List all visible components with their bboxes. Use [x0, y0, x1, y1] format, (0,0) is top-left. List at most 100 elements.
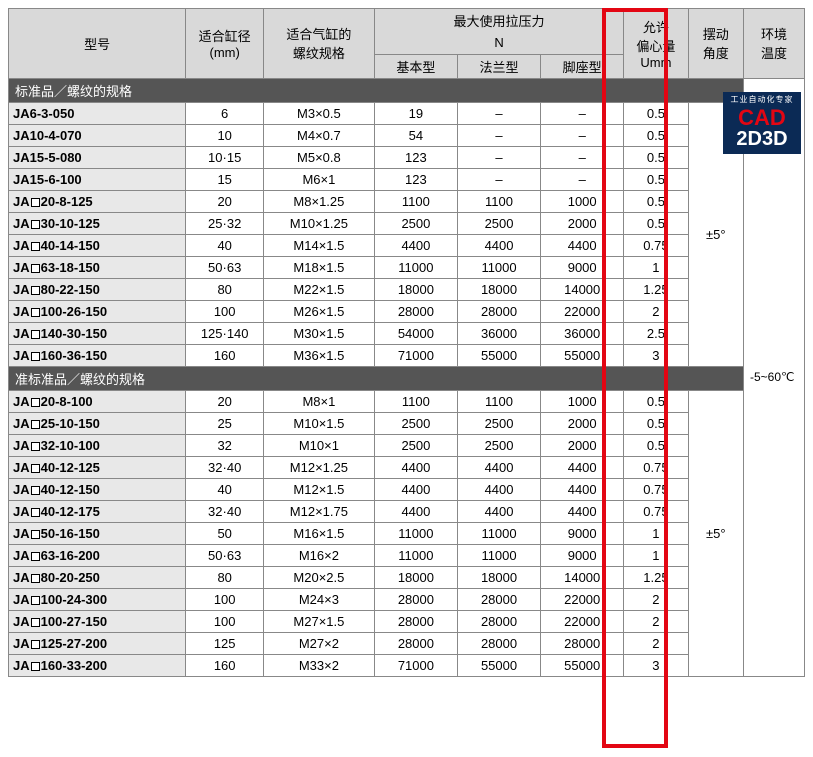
table-row: JA32-10-10032M10×12500250020000.5 — [9, 434, 805, 456]
flange-cell: 55000 — [457, 654, 540, 676]
logo-subtitle: 工业自动化专家 — [725, 95, 799, 105]
basic-cell: 123 — [374, 146, 457, 168]
model-box-icon — [31, 352, 40, 361]
basic-cell: 2500 — [374, 412, 457, 434]
bore-cell: 160 — [186, 344, 264, 366]
model-box-icon — [31, 308, 40, 317]
table-row: JA63-16-20050·63M16×2110001100090001 — [9, 544, 805, 566]
model-cell: JA32-10-100 — [9, 434, 186, 456]
header-maxpress: 最大使用拉压力 — [374, 9, 623, 33]
table-row: JA100-26-150100M26×1.52800028000220002 — [9, 300, 805, 322]
thread-cell: M12×1.25 — [263, 456, 374, 478]
ecc-cell: 0.75 — [624, 500, 688, 522]
flange-cell: 11000 — [457, 256, 540, 278]
header-basic: 基本型 — [374, 54, 457, 78]
thread-cell: M26×1.5 — [263, 300, 374, 322]
foot-cell: – — [541, 146, 624, 168]
foot-cell: 4400 — [541, 500, 624, 522]
basic-cell: 11000 — [374, 256, 457, 278]
ecc-cell: 2 — [624, 610, 688, 632]
foot-cell: 4400 — [541, 478, 624, 500]
basic-cell: 28000 — [374, 588, 457, 610]
model-box-icon — [31, 198, 40, 207]
table-row: JA100-24-300100M24×32800028000220002 — [9, 588, 805, 610]
model-cell: JA140-30-150 — [9, 322, 186, 344]
flange-cell: 2500 — [457, 434, 540, 456]
ecc-cell: 0.75 — [624, 478, 688, 500]
table-row: JA80-20-25080M20×2.51800018000140001.25 — [9, 566, 805, 588]
ecc-cell: 0.5 — [624, 390, 688, 412]
model-cell: JA63-16-200 — [9, 544, 186, 566]
basic-cell: 71000 — [374, 654, 457, 676]
flange-cell: 28000 — [457, 588, 540, 610]
basic-cell: 54000 — [374, 322, 457, 344]
flange-cell: 28000 — [457, 632, 540, 654]
table-row: JA10-4-07010M4×0.754––0.5 — [9, 124, 805, 146]
bore-cell: 32·40 — [186, 500, 264, 522]
ecc-cell: 0.75 — [624, 234, 688, 256]
basic-cell: 1100 — [374, 190, 457, 212]
flange-cell: 1100 — [457, 390, 540, 412]
table-row: JA40-12-17532·40M12×1.754400440044000.75 — [9, 500, 805, 522]
basic-cell: 2500 — [374, 212, 457, 234]
bore-cell: 50 — [186, 522, 264, 544]
thread-cell: M16×1.5 — [263, 522, 374, 544]
ecc-cell: 0.5 — [624, 212, 688, 234]
foot-cell: 22000 — [541, 300, 624, 322]
model-box-icon — [31, 574, 40, 583]
bore-cell: 25·32 — [186, 212, 264, 234]
model-cell: JA63-18-150 — [9, 256, 186, 278]
foot-cell: 55000 — [541, 344, 624, 366]
model-cell: JA25-10-150 — [9, 412, 186, 434]
ecc-cell: 1 — [624, 544, 688, 566]
flange-cell: 18000 — [457, 566, 540, 588]
thread-cell: M5×0.8 — [263, 146, 374, 168]
ecc-cell: 3 — [624, 654, 688, 676]
flange-cell: – — [457, 146, 540, 168]
model-box-icon — [31, 618, 40, 627]
logo-line2: 2D3D — [725, 129, 799, 149]
model-box-icon — [31, 442, 40, 451]
model-cell: JA40-12-150 — [9, 478, 186, 500]
header-foot: 脚座型 — [541, 54, 624, 78]
basic-cell: 54 — [374, 124, 457, 146]
thread-cell: M36×1.5 — [263, 344, 374, 366]
table-row: JA63-18-15050·63M18×1.5110001100090001 — [9, 256, 805, 278]
model-cell: JA6-3-050 — [9, 102, 186, 124]
model-box-icon — [31, 398, 40, 407]
model-cell: JA20-8-125 — [9, 190, 186, 212]
ecc-cell: 2 — [624, 588, 688, 610]
bore-cell: 10 — [186, 124, 264, 146]
model-box-icon — [31, 286, 40, 295]
table-row: JA40-14-15040M14×1.54400440044000.75 — [9, 234, 805, 256]
thread-cell: M12×1.75 — [263, 500, 374, 522]
table-row: JA40-12-12532·40M12×1.254400440044000.75 — [9, 456, 805, 478]
table-row: JA160-33-200160M33×27100055000550003 — [9, 654, 805, 676]
foot-cell: 28000 — [541, 632, 624, 654]
foot-cell: – — [541, 168, 624, 190]
basic-cell: 2500 — [374, 434, 457, 456]
table-row: JA15-6-10015M6×1123––0.5 — [9, 168, 805, 190]
angle-cell: ±5° — [688, 390, 743, 676]
foot-cell: 2000 — [541, 434, 624, 456]
header-model: 型号 — [9, 9, 186, 79]
ecc-cell: 0.5 — [624, 146, 688, 168]
header-bore: 适合缸径(mm) — [186, 9, 264, 79]
table-row: JA25-10-15025M10×1.52500250020000.5 — [9, 412, 805, 434]
model-cell: JA80-20-250 — [9, 566, 186, 588]
header-maxpress-unit: N — [374, 32, 623, 54]
thread-cell: M6×1 — [263, 168, 374, 190]
ecc-cell: 0.5 — [624, 434, 688, 456]
bore-cell: 80 — [186, 278, 264, 300]
thread-cell: M18×1.5 — [263, 256, 374, 278]
logo-line1: CAD — [725, 107, 799, 129]
foot-cell: 14000 — [541, 278, 624, 300]
bore-cell: 125 — [186, 632, 264, 654]
basic-cell: 123 — [374, 168, 457, 190]
model-cell: JA15-5-080 — [9, 146, 186, 168]
thread-cell: M27×2 — [263, 632, 374, 654]
foot-cell: 9000 — [541, 522, 624, 544]
model-cell: JA80-22-150 — [9, 278, 186, 300]
table-row: JA20-8-10020M8×11100110010000.5±5° — [9, 390, 805, 412]
model-box-icon — [31, 486, 40, 495]
